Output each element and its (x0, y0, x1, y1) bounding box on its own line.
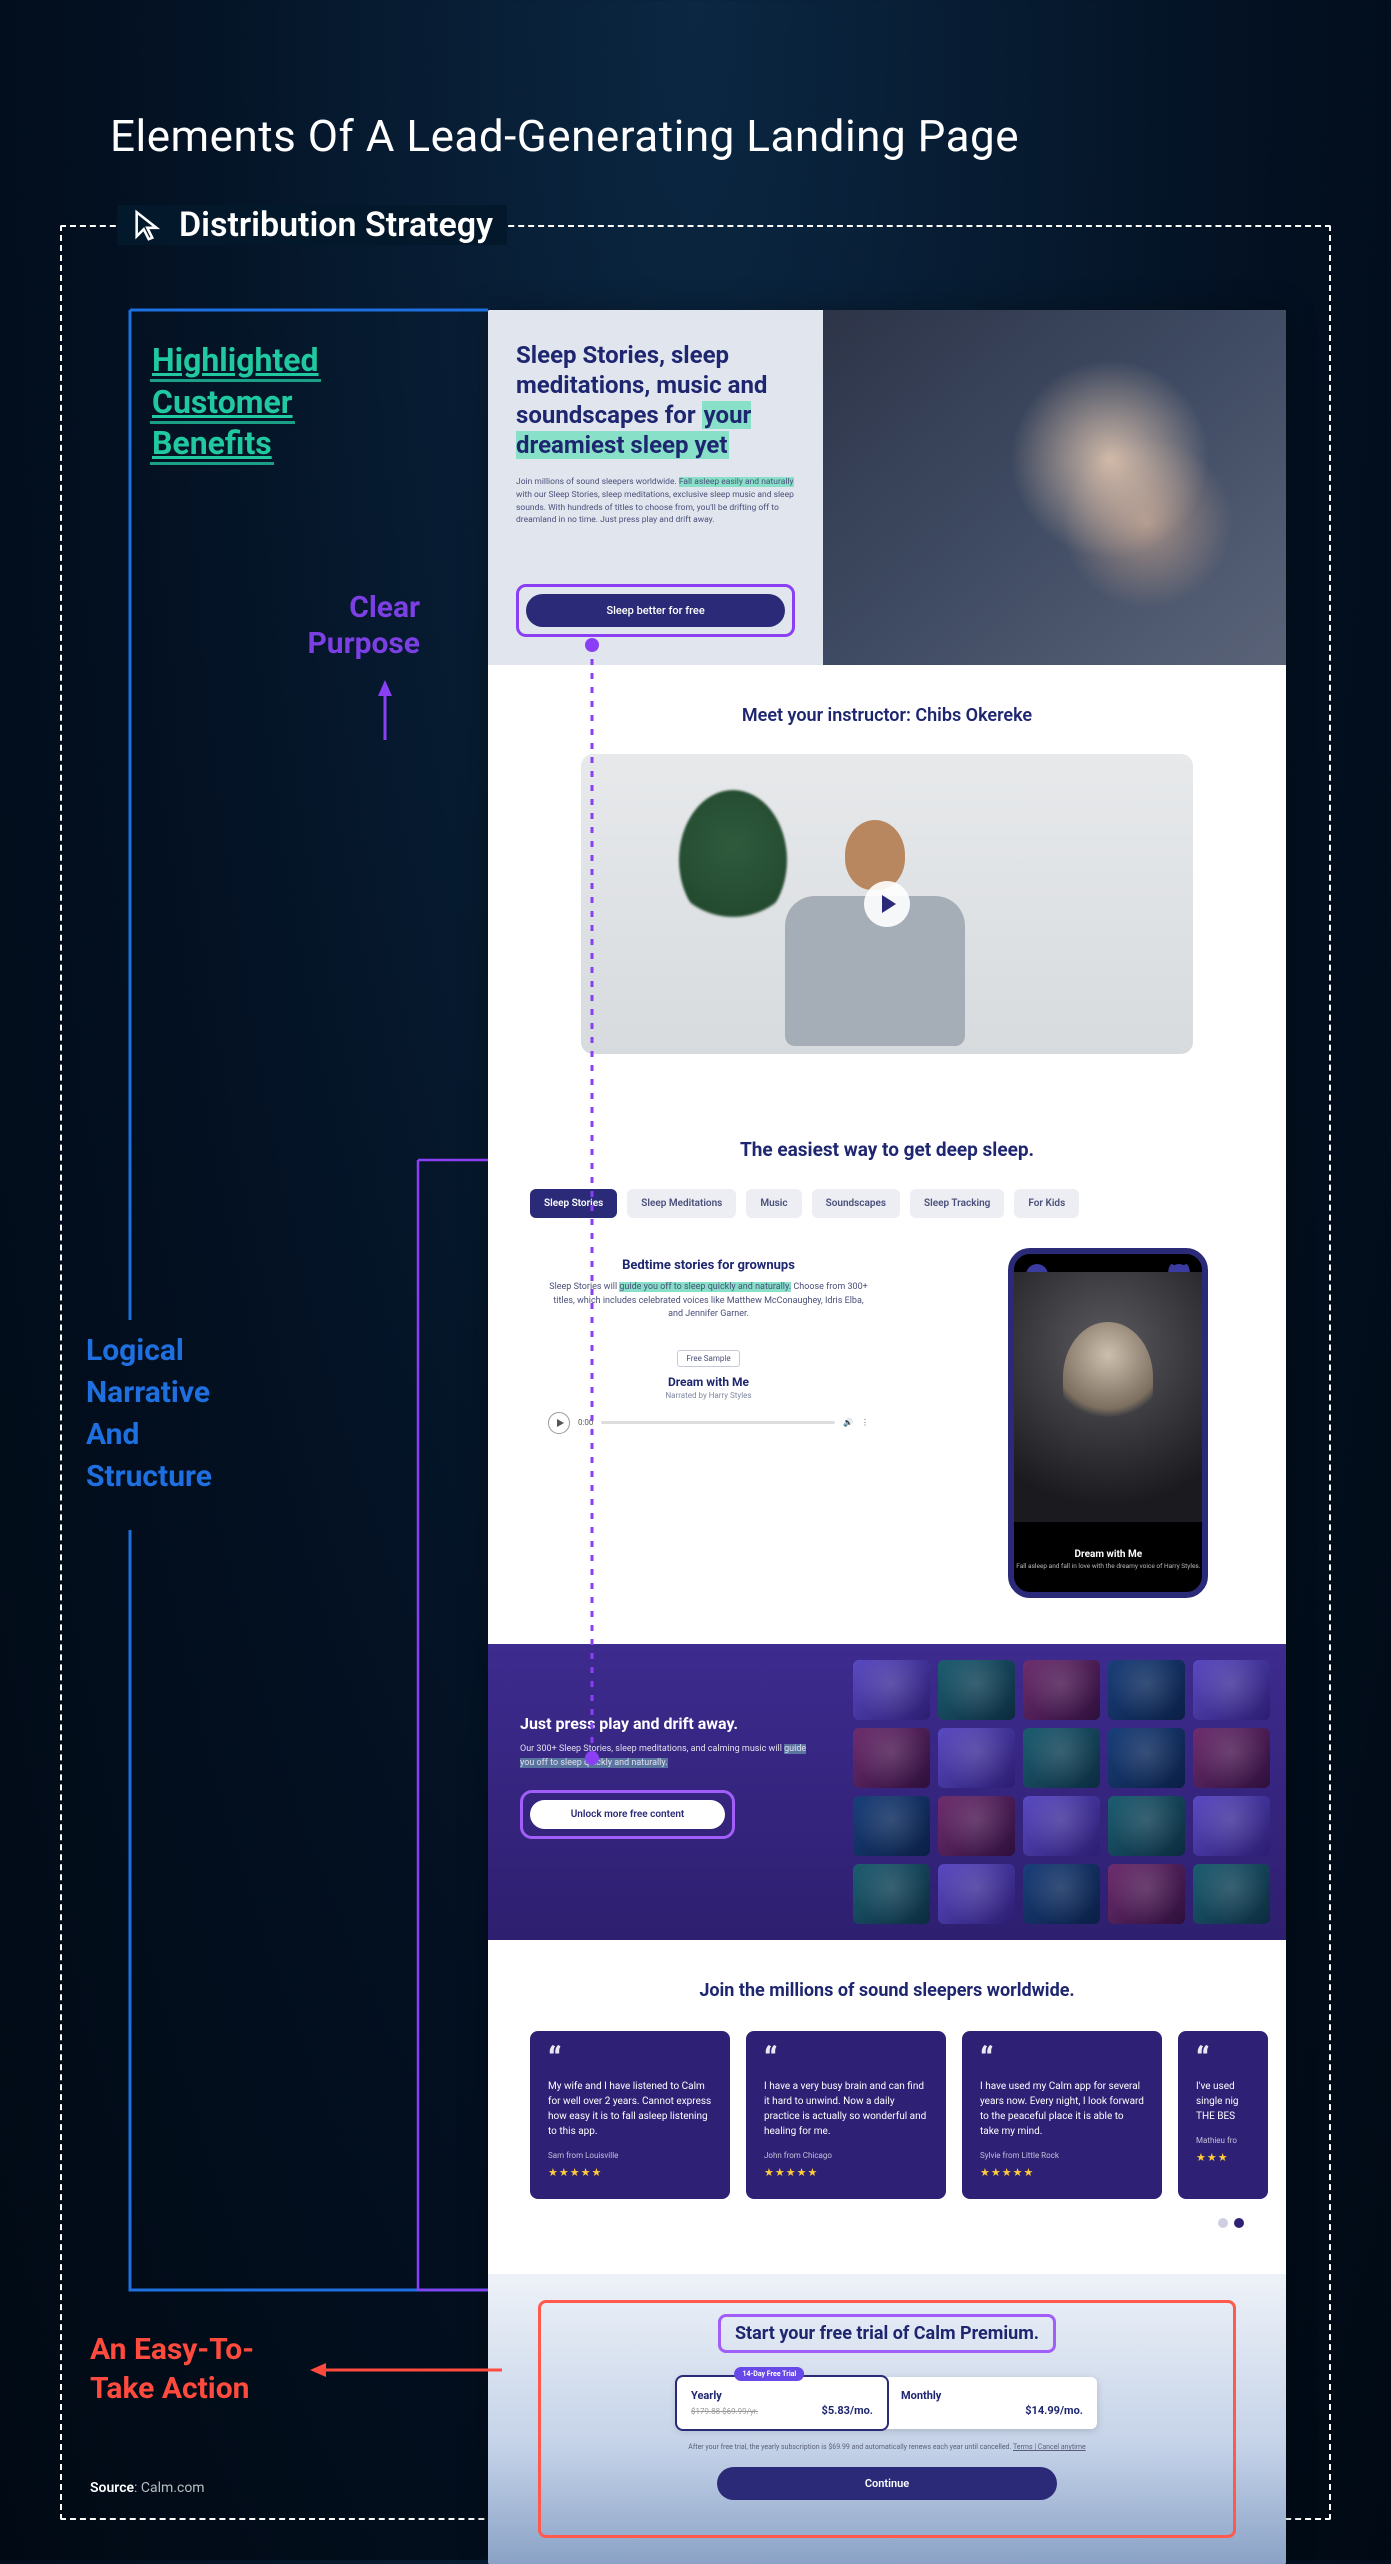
continue-button[interactable]: Continue (717, 2467, 1057, 2500)
story-heading: Bedtime stories for grownups (548, 1258, 869, 1273)
plan-yearly[interactable]: Yearly $179.88 $69.99/yr.$5.83/mo. (677, 2377, 887, 2429)
testimonial-card: “ I have used my Calm app for several ye… (962, 2031, 1162, 2199)
free-trial-badge: 14-Day Free Trial (734, 2367, 804, 2381)
instructor-section: Meet your instructor: Chibs Okereke (488, 665, 1286, 1104)
audio-menu-icon[interactable]: ⋮ (861, 1418, 869, 1427)
testimonial-card: “ I have a very busy brain and can find … (746, 2031, 946, 2199)
hero-copy: Sleep Stories, sleep meditations, music … (488, 310, 823, 665)
quote-icon: “ (548, 2051, 712, 2067)
content-tile[interactable] (938, 1660, 1015, 1720)
quote-icon: “ (980, 2051, 1144, 2067)
content-tile[interactable] (1108, 1796, 1185, 1856)
content-tile[interactable] (1108, 1660, 1185, 1720)
star-rating: ★★★★★ (980, 2166, 1144, 2179)
audio-timestamp: 0:00 (578, 1418, 593, 1427)
trial-footnote: After your free trial, the yearly subscr… (538, 2443, 1236, 2451)
quote-icon: “ (1196, 2051, 1250, 2067)
content-tile[interactable] (1108, 1864, 1185, 1924)
audio-player[interactable]: 0:00 🔊 ⋮ (548, 1412, 869, 1434)
content-tile[interactable] (1193, 1728, 1270, 1788)
instructor-title: Meet your instructor: Chibs Okereke (488, 705, 1286, 726)
tab-for-kids[interactable]: For Kids (1014, 1189, 1079, 1218)
hero-title: Sleep Stories, sleep meditations, music … (516, 340, 795, 460)
tab-sleep-meditations[interactable]: Sleep Meditations (627, 1189, 736, 1218)
distribution-header: Distribution Strategy (117, 205, 507, 245)
star-rating: ★★★★★ (764, 2166, 928, 2179)
star-rating: ★★★★★ (548, 2166, 712, 2179)
story-paragraph: Sleep Stories will guide you off to slee… (548, 1281, 869, 1322)
deep-title: The easiest way to get deep sleep. (530, 1138, 1244, 1161)
source-citation: Source: Calm.com (90, 2480, 205, 2496)
content-tile[interactable] (938, 1864, 1015, 1924)
volume-icon[interactable]: 🔊 (843, 1418, 853, 1427)
quote-icon: “ (764, 2051, 928, 2067)
hero-image (823, 310, 1286, 665)
story-copy: Bedtime stories for grownups Sleep Stori… (530, 1248, 887, 1444)
testimonial-card: “ My wife and I have listened to Calm fo… (530, 2031, 730, 2199)
sample-badge: Free Sample (677, 1350, 739, 1367)
testimonials-title: Join the millions of sound sleepers worl… (530, 1980, 1244, 2001)
content-tile-grid (847, 1644, 1286, 1940)
content-tile[interactable] (853, 1728, 930, 1788)
tab-sleep-tracking[interactable]: Sleep Tracking (910, 1189, 1004, 1218)
testimonial-card-partial: “ I've used single nig THE BES Mathieu f… (1178, 2031, 1268, 2199)
trial-heading: Start your free trial of Calm Premium. (727, 2319, 1047, 2348)
hero-section: Sleep Stories, sleep meditations, music … (488, 310, 1286, 665)
terms-link[interactable]: Terms | Cancel anytime (1013, 2443, 1086, 2451)
anno-benefits: Highlighted Customer Benefits (150, 340, 321, 465)
pricing-toggle[interactable]: 14-Day Free Trial Yearly $179.88 $69.99/… (677, 2377, 1097, 2429)
content-tile[interactable] (853, 1660, 930, 1720)
content-tile[interactable] (1023, 1796, 1100, 1856)
content-tile[interactable] (938, 1796, 1015, 1856)
cursor-icon (131, 208, 165, 242)
content-tile[interactable] (1023, 1864, 1100, 1924)
drift-section: Just press play and drift away. Our 300+… (488, 1644, 1286, 1940)
anno-action: An Easy-To- Take Action (90, 2330, 254, 2408)
category-tabs: Sleep Stories Sleep Meditations Music So… (530, 1189, 1244, 1218)
content-tile[interactable] (938, 1728, 1015, 1788)
page-title: Elements Of A Lead-Generating Landing Pa… (110, 110, 1281, 162)
tab-soundscapes[interactable]: Soundscapes (812, 1189, 900, 1218)
content-tile[interactable] (1108, 1728, 1185, 1788)
carousel-dots[interactable] (530, 2213, 1244, 2232)
distribution-label: Distribution Strategy (179, 205, 493, 245)
plan-monthly[interactable]: Monthly $14.99/mo. (887, 2377, 1097, 2429)
play-icon[interactable] (864, 881, 910, 927)
tab-music[interactable]: Music (746, 1189, 801, 1218)
content-tile[interactable] (853, 1864, 930, 1924)
anno-narrative: Logical Narrative And Structure (86, 1330, 212, 1498)
star-rating: ★★★ (1196, 2151, 1250, 2164)
purpose-highlight-box: Sleep better for free (516, 584, 795, 637)
content-tile[interactable] (1023, 1728, 1100, 1788)
content-tile[interactable] (1193, 1660, 1270, 1720)
content-tile[interactable] (853, 1796, 930, 1856)
drift-cta-button[interactable]: Unlock more free content (530, 1800, 725, 1829)
drift-heading: Just press play and drift away. (520, 1714, 815, 1733)
sample-track-name: Dream with Me (548, 1375, 869, 1389)
testimonials-section: Join the millions of sound sleepers worl… (488, 1940, 1286, 2274)
tab-sleep-stories[interactable]: Sleep Stories (530, 1189, 617, 1218)
purpose-highlight-box-3: Start your free trial of Calm Premium. (718, 2314, 1056, 2353)
infographic-canvas: Elements Of A Lead-Generating Landing Pa… (0, 0, 1391, 2560)
phone-track-title: Dream with Me (1014, 1549, 1202, 1560)
hero-cta-button[interactable]: Sleep better for free (526, 594, 785, 627)
audio-scrubber[interactable] (601, 1421, 835, 1424)
content-tile[interactable] (1193, 1796, 1270, 1856)
purpose-highlight-box-2: Unlock more free content (520, 1790, 735, 1839)
content-tile[interactable] (1193, 1864, 1270, 1924)
phone-track-sub: Fall asleep and fall in love with the dr… (1014, 1562, 1202, 1570)
landing-page-mock: Sleep Stories, sleep meditations, music … (488, 310, 1286, 2564)
content-tile[interactable] (1023, 1660, 1100, 1720)
sample-narrator: Narrated by Harry Styles (548, 1391, 869, 1400)
deep-sleep-section: The easiest way to get deep sleep. Sleep… (488, 1104, 1286, 1644)
phone-artwork (1014, 1272, 1202, 1522)
hero-subcopy: Join millions of sound sleepers worldwid… (516, 476, 795, 527)
instructor-video[interactable] (581, 754, 1193, 1054)
anno-purpose: Clear Purpose (250, 590, 420, 662)
trial-section: Start your free trial of Calm Premium. 1… (488, 2274, 1286, 2564)
audio-play-icon[interactable] (548, 1412, 570, 1434)
phone-mock: Dream with Me Fall asleep and fall in lo… (1008, 1248, 1208, 1598)
drift-paragraph: Our 300+ Sleep Stories, sleep meditation… (520, 1743, 815, 1770)
